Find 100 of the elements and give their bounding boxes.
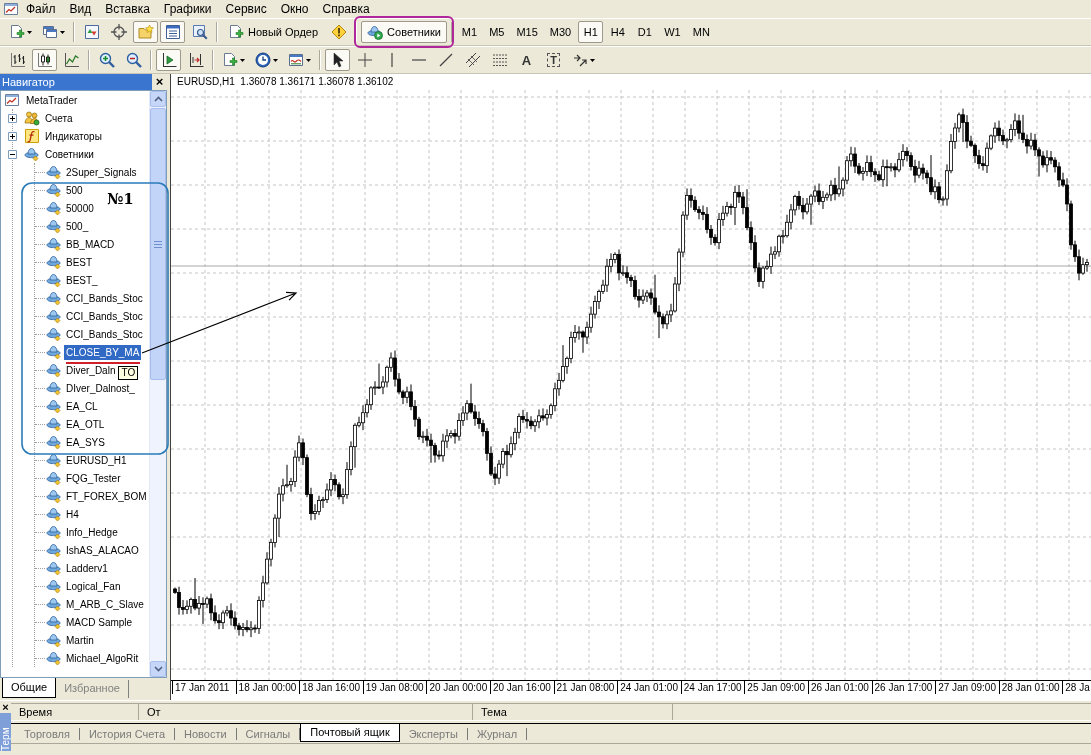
- tree-item[interactable]: 2Super_Signals: [64, 164, 139, 180]
- tree-item[interactable]: Martin: [64, 632, 96, 648]
- scrollbar[interactable]: [149, 91, 166, 677]
- hat-icon: [46, 218, 62, 234]
- tree-item[interactable]: CCI_Bands_Stoc: [64, 326, 145, 342]
- menu-item[interactable]: Файл: [19, 1, 63, 17]
- column-header[interactable]: От: [139, 704, 473, 720]
- cursor-button[interactable]: [325, 49, 350, 71]
- grip-icon: [154, 240, 162, 248]
- tree-item[interactable]: Logical_Fan: [64, 578, 123, 594]
- timeframe-button[interactable]: H1: [578, 21, 604, 43]
- document-plus-icon: [222, 52, 238, 68]
- annotation-label: №1: [107, 190, 134, 208]
- tree-item[interactable]: Michael_AlgoRit: [64, 650, 141, 666]
- tree-item[interactable]: Ladderv1: [64, 560, 110, 576]
- caret-icon: [590, 58, 595, 62]
- tree-item[interactable]: Советники: [43, 146, 96, 162]
- tree-item[interactable]: FT_FOREX_BOM: [64, 488, 149, 504]
- timeframe-button[interactable]: M15: [511, 21, 543, 43]
- hat-icon: [46, 524, 62, 540]
- axis-label: 24 Jan 17:00: [680, 681, 742, 694]
- tree-item[interactable]: 500_: [64, 218, 91, 234]
- tab[interactable]: Журнал: [467, 727, 528, 740]
- terminal-button[interactable]: [160, 21, 185, 43]
- auto-scroll-button[interactable]: [156, 49, 181, 71]
- timeframe-button[interactable]: M30: [544, 21, 577, 43]
- navigator-button[interactable]: [133, 21, 158, 43]
- menu-item[interactable]: Сервис: [218, 1, 274, 17]
- hat-icon: [46, 200, 62, 216]
- hat-icon: [46, 596, 62, 612]
- hat-icon: [46, 542, 62, 558]
- tab[interactable]: Новости: [175, 727, 237, 740]
- hat-icon: [46, 272, 62, 288]
- menu-item[interactable]: Справка: [315, 1, 377, 17]
- tree-item[interactable]: EA_OTL: [64, 416, 107, 432]
- tree-item[interactable]: BEST: [64, 254, 95, 270]
- tree-item[interactable]: Diver_Daln: [64, 362, 118, 378]
- scroll-down-button[interactable]: [150, 661, 166, 677]
- caret-icon: [273, 58, 278, 62]
- tree-item[interactable]: DIver_Dalnost_: [64, 380, 137, 396]
- candlestick-button[interactable]: [32, 49, 57, 71]
- timeframe-button[interactable]: H4: [605, 21, 631, 43]
- new-order-button[interactable]: Новый Ордер: [222, 21, 325, 43]
- tree-item[interactable]: Индикаторы: [43, 128, 104, 144]
- tree-item[interactable]: EA_CL: [64, 398, 100, 414]
- axis-label: 26 Jan 17:00: [871, 681, 933, 694]
- caret-icon: [240, 58, 245, 62]
- hat-icon: [46, 434, 62, 450]
- experts-button[interactable]: Советники: [361, 21, 447, 43]
- axis-label: 28 Ja: [1062, 681, 1090, 694]
- timeframe-button[interactable]: D1: [632, 21, 658, 43]
- tree-item[interactable]: Счета: [43, 110, 75, 126]
- tree-item[interactable]: CCI_Bands_Stoc: [64, 290, 145, 306]
- tree-item[interactable]: BB_MACD: [64, 236, 117, 252]
- axis-label: 26 Jan 01:00: [807, 681, 869, 694]
- menu-item[interactable]: Графики: [156, 1, 219, 17]
- menu-item[interactable]: Вид: [62, 1, 99, 17]
- tree-item[interactable]: CCI_Bands_Stoc: [64, 308, 145, 324]
- chevron-up-icon: [153, 96, 163, 102]
- tree-item[interactable]: IshAS_ALACAO: [64, 542, 141, 558]
- axis-label: 18 Jan 16:00: [299, 681, 360, 694]
- tree-item[interactable]: H4: [64, 506, 81, 522]
- tree-item[interactable]: M_ARB_C_Slave: [64, 596, 146, 612]
- hat-icon: [46, 380, 62, 396]
- zoom-in-icon: [98, 52, 115, 68]
- panel-title: Навигатор: [0, 74, 152, 90]
- close-button[interactable]: ×: [0, 701, 11, 713]
- tab[interactable]: История Счета: [79, 727, 175, 740]
- menu-item[interactable]: Окно: [273, 1, 316, 17]
- timeframe-button[interactable]: W1: [659, 21, 686, 43]
- timeframe-button[interactable]: M5: [484, 21, 510, 43]
- crosshair-lines-icon: [356, 52, 373, 68]
- scroll-up-button[interactable]: [150, 91, 166, 107]
- timeframe-button[interactable]: M1: [456, 21, 483, 43]
- column-header[interactable]: Тема: [473, 704, 673, 720]
- timeframe-button[interactable]: MN: [687, 21, 715, 43]
- tree-item[interactable]: FQG_Tester: [64, 470, 123, 486]
- close-button[interactable]: ×: [152, 74, 167, 90]
- menu-item[interactable]: Вставка: [98, 1, 157, 17]
- hat-icon: [46, 614, 62, 630]
- tab[interactable]: Эксперты: [399, 727, 468, 740]
- tree-item[interactable]: EURUSD_H1: [64, 452, 129, 468]
- tree-item[interactable]: MetaTrader: [24, 92, 80, 108]
- tree-item[interactable]: MACD Sample: [64, 614, 135, 630]
- hat-icon: [46, 578, 62, 594]
- text-button[interactable]: A: [514, 49, 539, 71]
- tree-item[interactable]: BEST_: [64, 272, 100, 288]
- tree-item[interactable]: CLOSE_BY_MA: [64, 344, 142, 360]
- tab[interactable]: Торговля: [15, 727, 80, 740]
- scroll-thumb[interactable]: [150, 108, 166, 380]
- tree-item[interactable]: Info_Hedge: [64, 524, 120, 540]
- tab[interactable]: Почтовый ящик: [300, 723, 400, 742]
- tab[interactable]: Общие: [2, 678, 57, 698]
- fibonacci-icon: [491, 52, 508, 68]
- text-label-button[interactable]: T: [541, 49, 566, 71]
- tree-item[interactable]: 500: [64, 182, 85, 198]
- tree-item[interactable]: 50000: [64, 200, 96, 216]
- bar-chart-icon: [9, 52, 26, 68]
- tree-item[interactable]: EA_SYS: [64, 434, 107, 450]
- column-header[interactable]: Время: [11, 704, 139, 720]
